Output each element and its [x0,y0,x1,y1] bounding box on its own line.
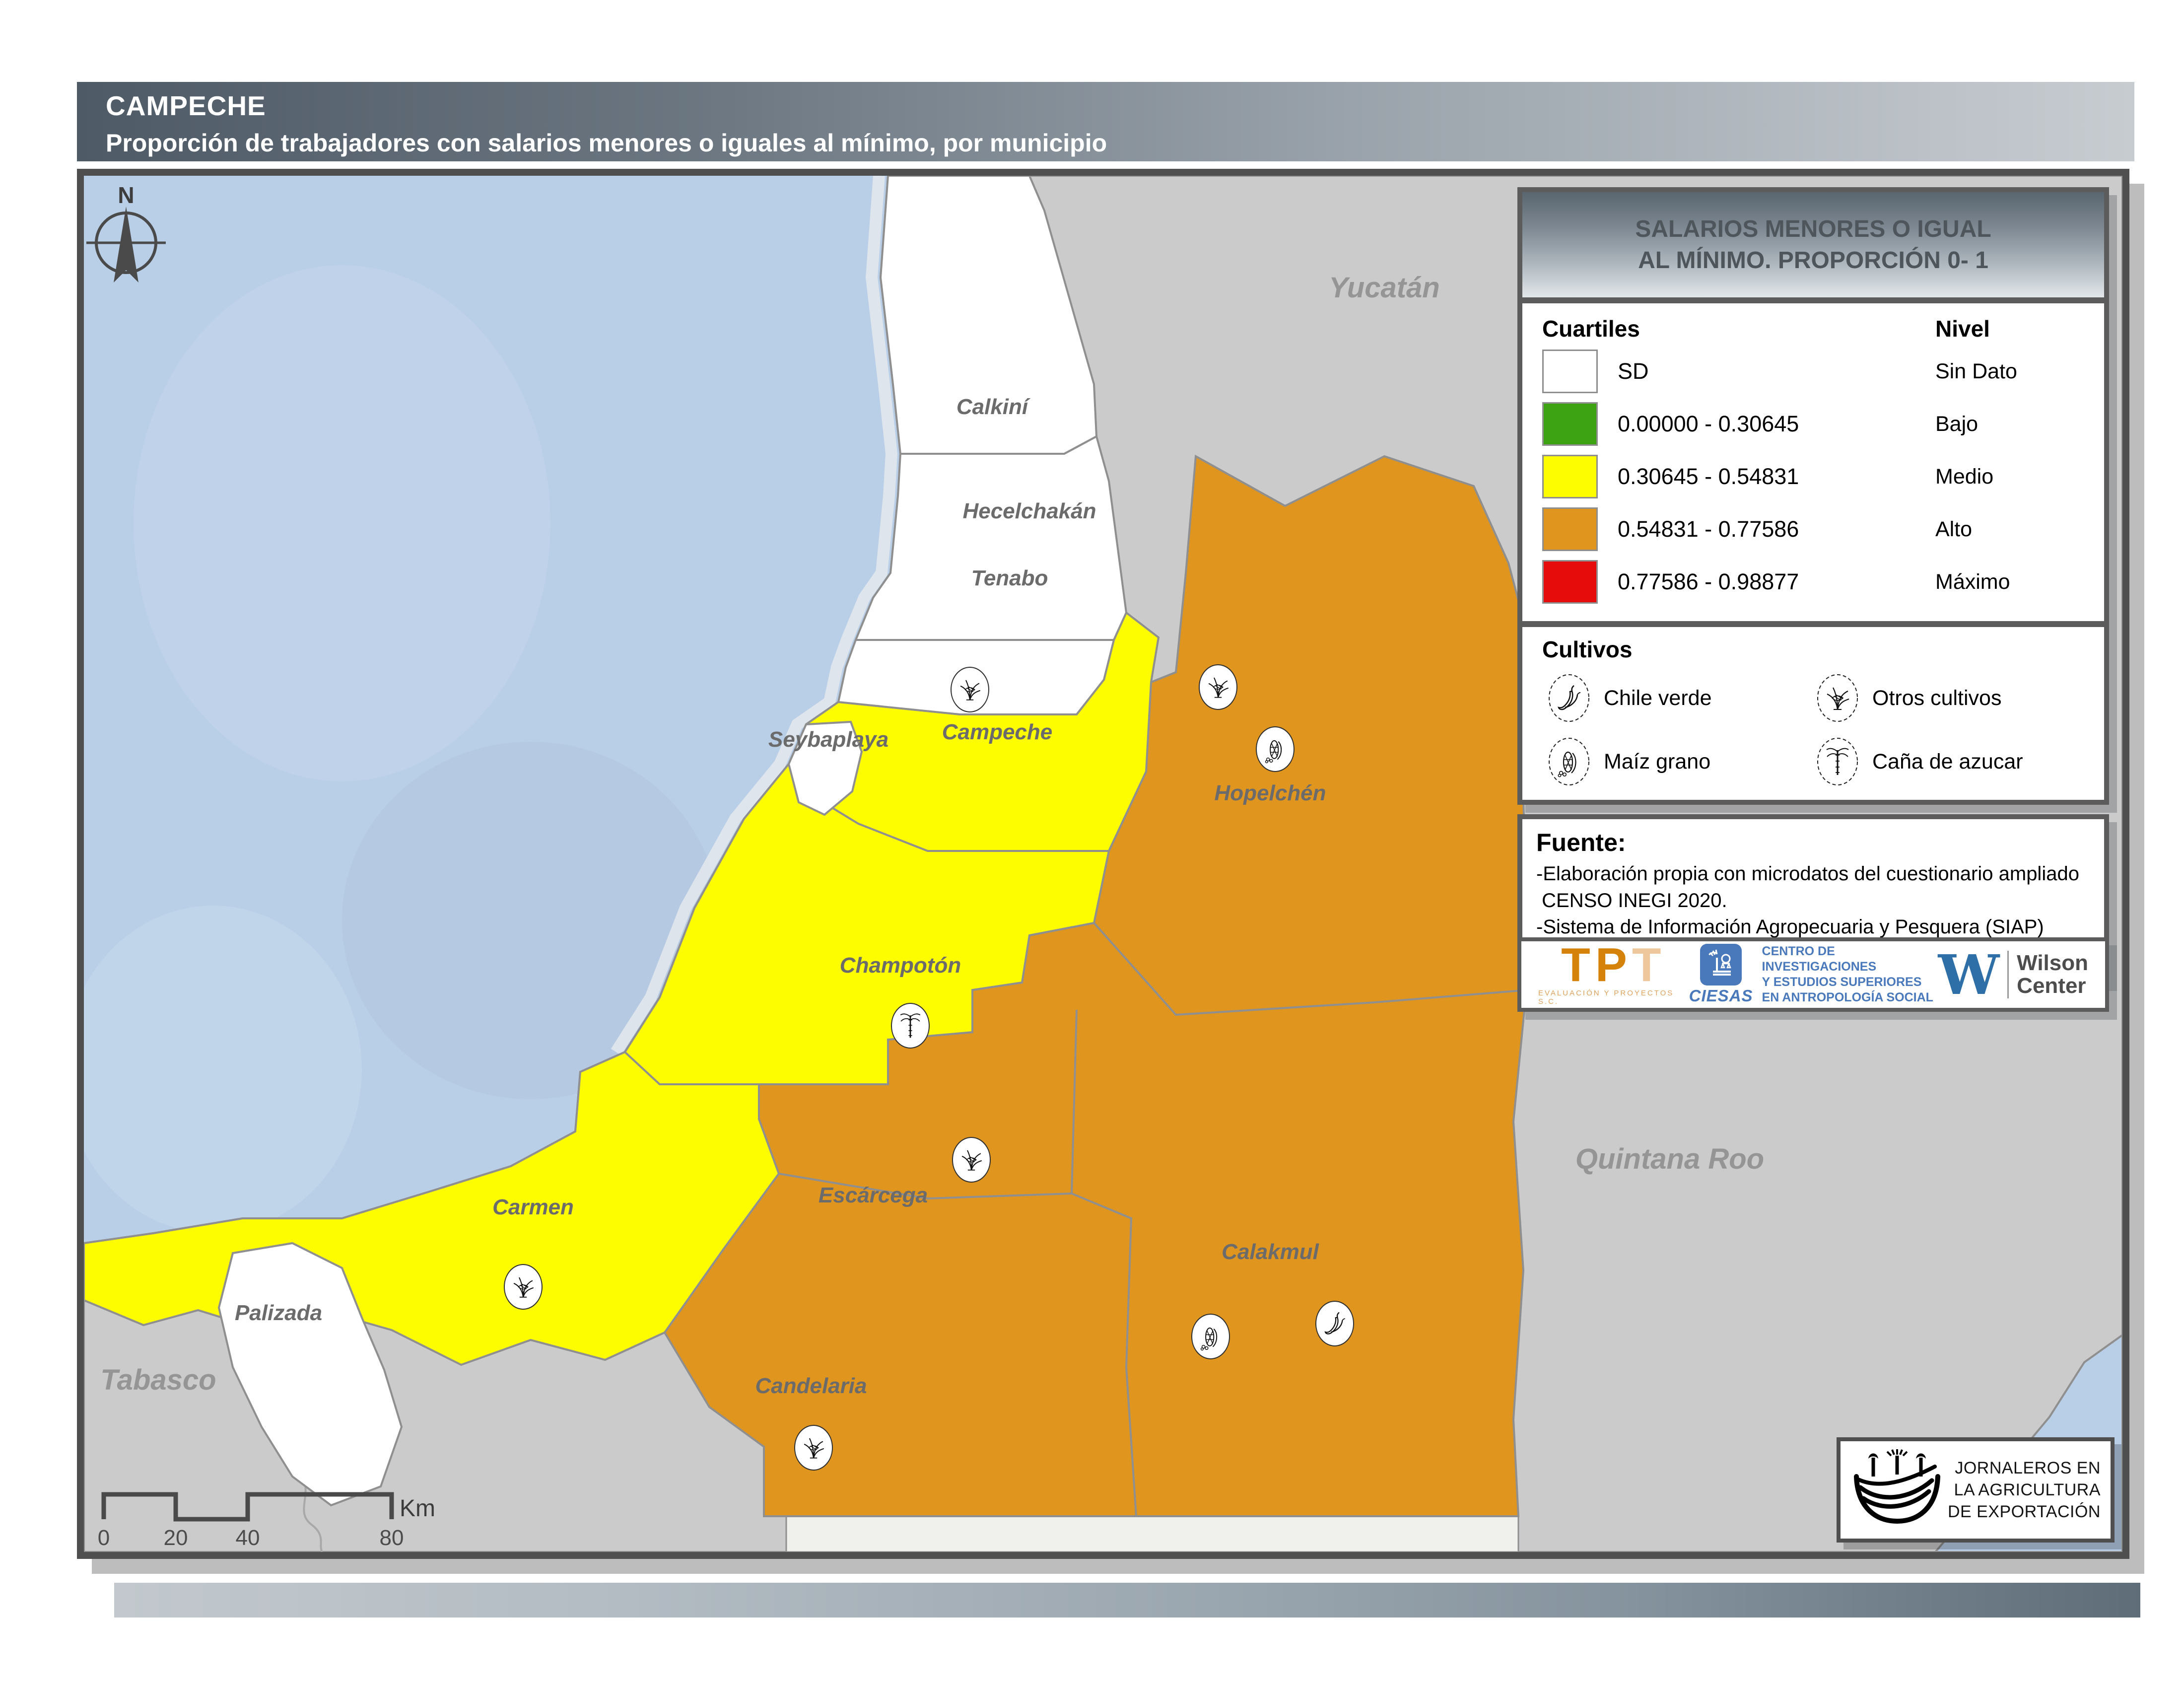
map-crop-icon-maiz [1256,727,1294,772]
jornaleros-text: JORNALEROS EN LA AGRICULTURA DE EXPORTAC… [1947,1457,2104,1523]
map-crop-icon-maiz [1192,1314,1229,1359]
jornaleros-logo-box: JORNALEROS EN LA AGRICULTURA DE EXPORTAC… [1837,1437,2115,1543]
fuente-label: Fuente: [1536,828,2090,857]
divider [1522,297,2104,303]
divider [1522,621,2104,627]
level-alto: Alto [1935,517,2084,542]
swatch-sd [1542,350,1598,393]
swatch-medio [1542,455,1598,498]
otros-cultivos-icon [1816,673,1859,723]
swatch-maximo [1542,560,1598,604]
municipality-label-hecelchakán: Hecelchakán [962,499,1096,523]
tpt-logo: TPT EVALUACIÓN Y PROYECTOS S.C. [1538,943,1689,1006]
range-alto: 0.54831 - 0.77586 [1618,516,1935,542]
cuartiles-section: Cuartiles Nivel SD Sin Dato 0.00000 - 0.… [1522,303,2104,621]
cultivos-section: Cultivos Chile verde Otros cultivos [1522,627,2104,800]
sea-texture [134,265,550,781]
map-crop-icon-otros [953,1137,990,1182]
range-medio: 0.30645 - 0.54831 [1618,464,1935,490]
state-label-quintana-roo: Quintana Roo [1575,1143,1764,1175]
svg-text:N: N [118,182,134,208]
divider [2007,951,2009,998]
svg-text:0: 0 [98,1526,110,1550]
map-crop-icon-chile [1316,1301,1354,1346]
range-sd: SD [1618,358,1935,384]
municipality-label-palizada: Palizada [235,1301,322,1325]
level-sd: Sin Dato [1935,359,2084,384]
ciesas-icon [1700,944,1742,985]
municipality-label-seybaplaya: Seybaplaya [768,727,888,752]
wilson-w-mark: W [1938,950,2000,999]
nivel-label: Nivel [1935,315,2084,342]
legend-panel: SALARIOS MENORES O IGUAL AL MÍNIMO. PROP… [1517,187,2109,805]
municipality-label-candelaria: Candelaria [755,1374,867,1398]
municipality-label-champotón: Champotón [840,953,961,978]
fuente-line: -Elaboración propia con microdatos del c… [1536,861,2090,888]
maiz-icon [1547,736,1591,787]
swatch-alto [1542,507,1598,551]
map-crop-icon-otros [951,667,989,712]
range-bajo: 0.00000 - 0.30645 [1618,411,1935,437]
svg-text:20: 20 [164,1526,188,1550]
chile-icon [1547,673,1591,723]
legend-row-alto: 0.54831 - 0.77586 Alto [1542,503,2084,556]
municipality-label-carmen: Carmen [492,1195,574,1219]
municipality-label-calkiní: Calkiní [956,395,1030,419]
range-maximo: 0.77586 - 0.98877 [1618,569,1935,595]
wilson-center-logo: W Wilson Center [1938,950,2088,999]
swatch-bajo [1542,402,1598,446]
legend-row-maximo: 0.77586 - 0.98877 Máximo [1542,556,2084,608]
logos-panel: TPT EVALUACIÓN Y PROYECTOS S.C. CIESAS C… [1517,937,2109,1012]
legend-header: SALARIOS MENORES O IGUAL AL MÍNIMO. PROP… [1522,192,2104,297]
cultivo-chile-verde: Chile verde [1547,673,1811,723]
tpt-subtitle: EVALUACIÓN Y PROYECTOS S.C. [1538,989,1689,1006]
level-maximo: Máximo [1935,570,2084,594]
legend-row-bajo: 0.00000 - 0.30645 Bajo [1542,398,2084,450]
level-bajo: Bajo [1935,412,2084,436]
map-title: CAMPECHE [106,90,2134,122]
ciesas-logo: CIESAS CENTRO DE INVESTIGACIONES Y ESTUD… [1689,944,1938,1006]
municipality-label-hopelchén: Hopelchén [1215,781,1326,805]
ciesas-abbr: CIESAS [1689,986,1753,1005]
cultivos-label: Cultivos [1542,636,2084,663]
cana-azucar-icon [1816,736,1859,787]
legend-title-line2: AL MÍNIMO. PROPORCIÓN 0- 1 [1638,245,1988,276]
cultivo-maiz-grano: Maíz grano [1547,736,1811,787]
municipality-label-campeche: Campeche [942,720,1053,744]
map-crop-icon-cana [891,1003,929,1048]
municipality-label-escárcega: Escárcega [819,1183,928,1207]
map-subtitle: Proporción de trabajadores con salarios … [106,129,2134,157]
jornaleros-field-icon [1847,1445,1947,1535]
svg-text:80: 80 [380,1526,404,1550]
municipality-label-calakmul: Calakmul [1222,1240,1319,1264]
map-crop-icon-otros [795,1425,832,1470]
legend-row-sd: SD Sin Dato [1542,345,2084,398]
title-bar: CAMPECHE Proporción de trabajadores con … [77,82,2134,161]
scale-unit: Km [400,1495,435,1522]
cultivo-otros-cultivos: Otros cultivos [1816,673,2079,723]
footer-gradient-bar [114,1583,2140,1618]
state-label-tabasco: Tabasco [100,1364,216,1396]
cultivo-cana-azucar: Caña de azucar [1816,736,2079,787]
fuente-line: CENSO INEGI 2020. [1536,888,2090,914]
municipality-label-tenabo: Tenabo [971,566,1048,590]
cuartiles-label: Cuartiles [1542,315,1935,342]
map-crop-icon-otros [1199,665,1237,709]
legend-row-medio: 0.30645 - 0.54831 Medio [1542,450,2084,503]
level-medio: Medio [1935,465,2084,489]
guatemala-strip [786,1516,1518,1552]
svg-text:40: 40 [236,1526,260,1550]
map-crop-icon-otros [504,1265,542,1309]
legend-title-line1: SALARIOS MENORES O IGUAL [1635,213,1991,245]
state-label-yucatán: Yucatán [1329,272,1439,304]
